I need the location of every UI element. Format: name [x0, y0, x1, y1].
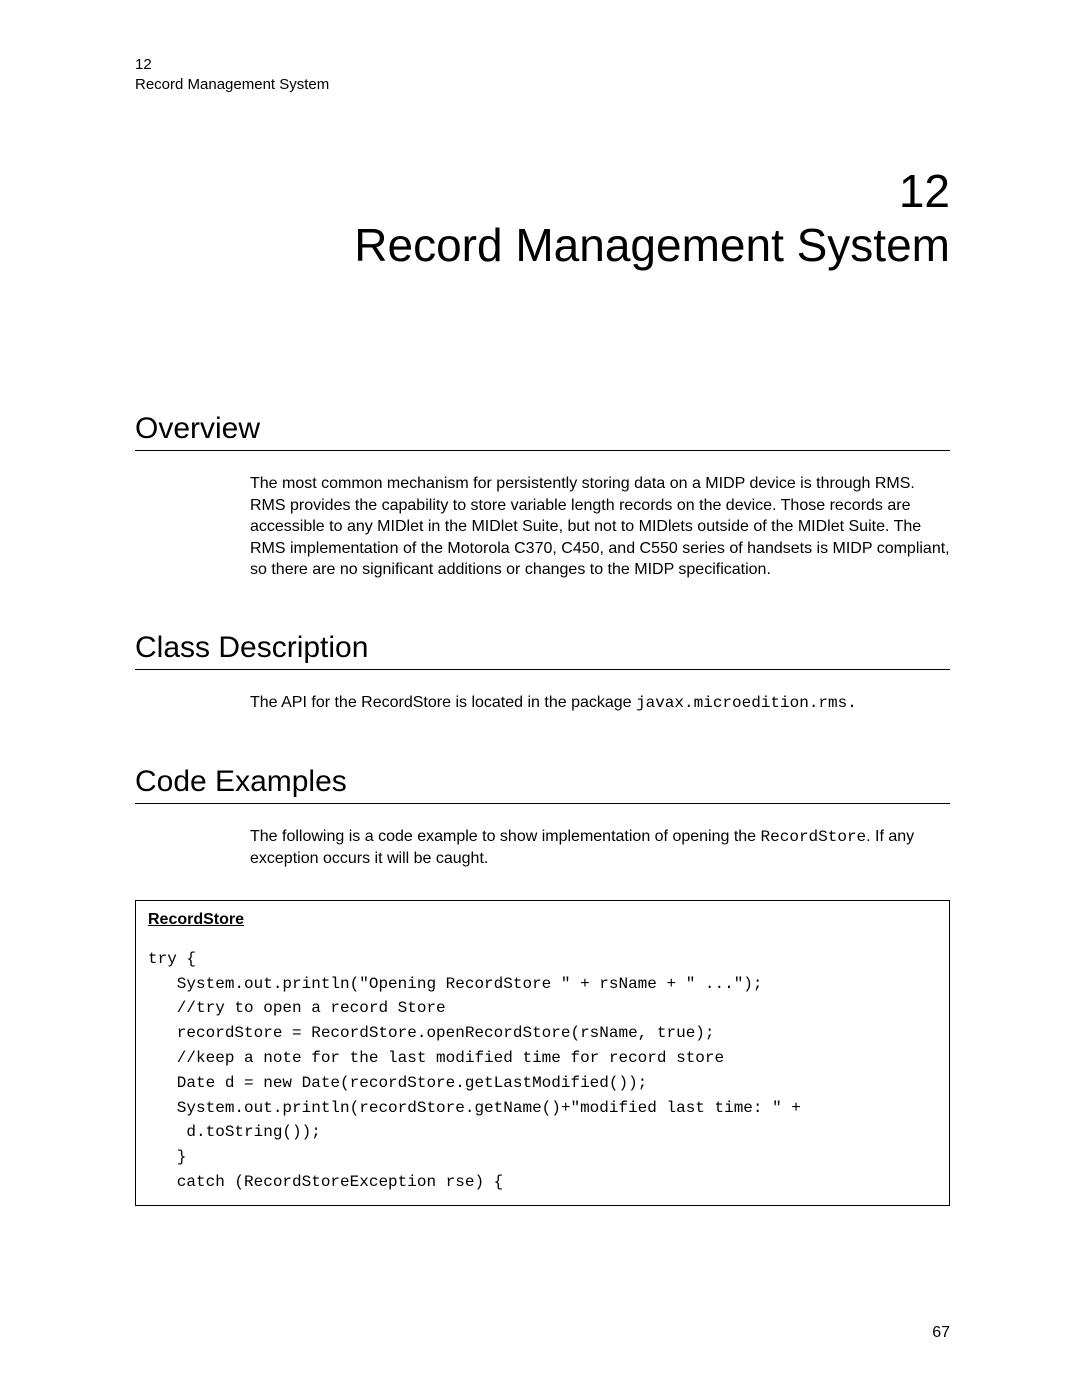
running-head: 12 Record Management System — [135, 55, 950, 94]
section-heading-code-examples: Code Examples — [135, 765, 950, 804]
code-examples-intro: The following is a code example to show … — [250, 826, 950, 870]
code-title: RecordStore — [148, 911, 937, 929]
class-description-code: javax.microedition.rms. — [636, 694, 857, 712]
chapter-title: Record Management System — [135, 218, 950, 272]
code-listing: try { System.out.println("Opening Record… — [148, 947, 937, 1195]
code-examples-intro-prefix: The following is a code example to show … — [250, 828, 761, 845]
section-heading-class-description: Class Description — [135, 631, 950, 670]
section-heading-overview: Overview — [135, 412, 950, 451]
class-description-body: The API for the RecordStore is located i… — [250, 692, 950, 715]
running-chapter-number: 12 — [135, 55, 950, 75]
running-chapter-title: Record Management System — [135, 75, 950, 95]
page-number: 67 — [932, 1324, 950, 1342]
page: 12 Record Management System 12 Record Ma… — [0, 0, 1080, 1397]
chapter-number: 12 — [135, 164, 950, 218]
code-examples-intro-code: RecordStore — [761, 828, 867, 846]
code-box: RecordStore try { System.out.println("Op… — [135, 900, 950, 1206]
overview-body: The most common mechanism for persistent… — [250, 473, 950, 581]
class-description-text: The API for the RecordStore is located i… — [250, 694, 636, 711]
